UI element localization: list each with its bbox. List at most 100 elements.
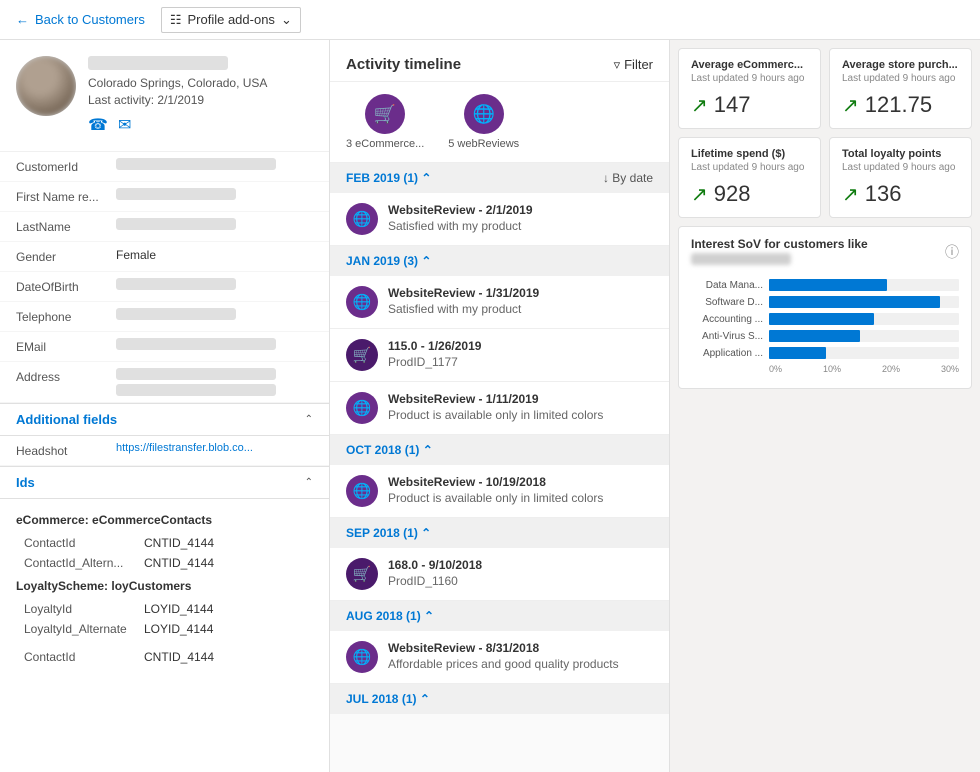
interest-chart-card: Interest SoV for customers like ⓘ Data M… — [678, 226, 972, 389]
activity-header: Activity timeline ▿ Filter — [330, 40, 669, 82]
filter-button[interactable]: ▿ Filter — [614, 57, 653, 73]
profile-activity: Last activity: 2/1/2019 — [88, 93, 313, 107]
field-row-customerid: CustomerId — [0, 152, 329, 182]
chart-label-antivirus: Anti-Virus S... — [691, 331, 763, 342]
profile-addons-button[interactable]: ☷ Profile add-ons ⌄ — [161, 7, 301, 33]
timeline-month-aug2018: AUG 2018 (1) ⌃ — [330, 601, 669, 631]
activity-title: Activity timeline — [346, 56, 461, 73]
additional-fields-section-header[interactable]: Additional fields ⌃ — [0, 403, 329, 436]
field-row-gender: Gender Female — [0, 242, 329, 272]
ids-row-contactid-alt: ContactId_Altern... CNTID_4144 — [16, 553, 313, 573]
profile-addons-icon: ☷ — [170, 12, 182, 28]
ids-group-ecommerce-title: eCommerce: eCommerceContacts — [16, 513, 313, 527]
x-label-20: 20% — [882, 364, 900, 374]
ids-chevron-icon: ⌃ — [305, 477, 313, 488]
timeline-item-websitereview-aug: 🌐 WebsiteReview - 8/31/2018 Affordable p… — [330, 631, 669, 684]
ids-row-contactid2: ContactId CNTID_4144 — [16, 647, 313, 667]
ids-row-loyaltyid-alt: LoyaltyId_Alternate LOYID_4144 — [16, 619, 313, 639]
chart-label-software: Software D... — [691, 297, 763, 308]
interest-chart-header: Interest SoV for customers like ⓘ — [691, 237, 959, 267]
profile-actions: ☎ ✉ — [88, 115, 313, 135]
field-value-email — [116, 338, 313, 353]
x-label-10: 10% — [823, 364, 841, 374]
timeline-dot-web2: 🌐 — [346, 286, 378, 318]
trend-up-icon-ecommerce: ↗ — [691, 93, 708, 118]
ids-value-contactid: CNTID_4144 — [144, 536, 214, 550]
chart-row-software: Software D... — [691, 296, 959, 308]
field-value-gender: Female — [116, 248, 313, 262]
field-label-gender: Gender — [16, 248, 116, 264]
chart-label-accounting: Accounting ... — [691, 314, 763, 325]
timeline-item-websitereview-feb: 🌐 WebsiteReview - 2/1/2019 Satisfied wit… — [330, 193, 669, 246]
chart-bar-accounting — [769, 313, 874, 325]
ids-label-contactid-alt: ContactId_Altern... — [24, 556, 144, 570]
filter-label: Filter — [624, 57, 653, 72]
timeline-dot-shopping: 🛒 — [346, 339, 378, 371]
profile-header: Colorado Springs, Colorado, USA Last act… — [0, 40, 329, 152]
chart-x-axis: 0% 10% 20% 30% — [691, 364, 959, 374]
profile-location: Colorado Springs, Colorado, USA — [88, 76, 313, 90]
metric-title-avg-store: Average store purch... — [842, 59, 959, 71]
timeline-item-websitereview-oct: 🌐 WebsiteReview - 10/19/2018 Product is … — [330, 465, 669, 518]
timeline-item-desc: Satisfied with my product — [388, 219, 653, 233]
field-value-dob — [116, 278, 313, 293]
back-button[interactable]: ← Back to Customers — [16, 12, 145, 27]
metric-card-lifetime: Lifetime spend ($) Last updated 9 hours … — [678, 137, 821, 218]
field-label-customerid: CustomerId — [16, 158, 116, 174]
metric-title-loyalty: Total loyalty points — [842, 148, 959, 160]
field-row-headshot: Headshot https://filestransfer.blob.co..… — [0, 436, 329, 466]
middle-panel: Activity timeline ▿ Filter 🛒 3 eCommerce… — [330, 40, 670, 772]
field-row-firstname: First Name re... — [0, 182, 329, 212]
field-row-lastname: LastName — [0, 212, 329, 242]
activity-icon-webreviews: 🌐 5 webReviews — [448, 94, 519, 150]
field-label-address: Address — [16, 368, 116, 384]
ids-section: eCommerce: eCommerceContacts ContactId C… — [0, 499, 329, 675]
chart-bar-antivirus — [769, 330, 860, 342]
chart-area: Data Mana... Software D... Accounting ..… — [691, 275, 959, 378]
ids-label-loyaltyid-alt: LoyaltyId_Alternate — [24, 622, 144, 636]
x-label-30: 30% — [941, 364, 959, 374]
phone-icon[interactable]: ☎ — [88, 115, 108, 135]
timeline-item-purchase-jan: 🛒 115.0 - 1/26/2019 ProdID_1177 — [330, 329, 669, 382]
ids-row-loyaltyid: LoyaltyId LOYID_4144 — [16, 599, 313, 619]
field-value-headshot[interactable]: https://filestransfer.blob.co... — [116, 442, 313, 454]
timeline-item-title: WebsiteReview - 2/1/2019 — [388, 203, 653, 217]
additional-fields-title: Additional fields — [16, 412, 117, 427]
field-value-lastname — [116, 218, 313, 233]
metric-value-row-store: ↗ 121.75 — [842, 92, 959, 118]
field-row-address: Address — [0, 362, 329, 403]
ids-title: Ids — [16, 475, 35, 490]
chart-row-accounting: Accounting ... — [691, 313, 959, 325]
timeline-dot-web: 🌐 — [346, 203, 378, 235]
info-icon: ⓘ — [945, 242, 959, 262]
metric-value-row-ecommerce: ↗ 147 — [691, 92, 808, 118]
ids-value-loyaltyid-alt: LOYID_4144 — [144, 622, 213, 636]
ids-value-contactid2: CNTID_4144 — [144, 650, 214, 664]
profile-addons-label: Profile add-ons — [187, 12, 274, 27]
ids-label-loyaltyid: LoyaltyId — [24, 602, 144, 616]
fields-section: CustomerId First Name re... LastName Gen… — [0, 152, 329, 403]
timeline-month-jul2018: JUL 2018 (1) ⌃ — [330, 684, 669, 714]
timeline-item-websitereview-jan2: 🌐 WebsiteReview - 1/11/2019 Product is a… — [330, 382, 669, 435]
activity-icon-ecommerce: 🛒 3 eCommerce... — [346, 94, 424, 150]
main-layout: Colorado Springs, Colorado, USA Last act… — [0, 40, 980, 772]
chart-bar-application — [769, 347, 826, 359]
timeline-content: WebsiteReview - 2/1/2019 Satisfied with … — [388, 203, 653, 233]
ids-section-header[interactable]: Ids ⌃ — [0, 466, 329, 499]
field-value-address — [116, 368, 313, 396]
timeline-dot-shopping2: 🛒 — [346, 558, 378, 590]
metrics-bottom-row: Lifetime spend ($) Last updated 9 hours … — [678, 137, 972, 218]
email-icon[interactable]: ✉ — [118, 115, 131, 135]
metric-card-avg-store: Average store purch... Last updated 9 ho… — [829, 48, 972, 129]
timeline-item-websitereview-jan1: 🌐 WebsiteReview - 1/31/2019 Satisfied wi… — [330, 276, 669, 329]
chart-row-antivirus: Anti-Virus S... — [691, 330, 959, 342]
metric-title-avg-ecommerce: Average eCommerc... — [691, 59, 808, 71]
metric-value-lifetime: 928 — [714, 181, 751, 207]
field-label-dob: DateOfBirth — [16, 278, 116, 294]
metric-subtitle-lifetime: Last updated 9 hours ago — [691, 162, 808, 173]
field-label-email: EMail — [16, 338, 116, 354]
left-panel: Colorado Springs, Colorado, USA Last act… — [0, 40, 330, 772]
ids-value-contactid-alt: CNTID_4144 — [144, 556, 214, 570]
field-label-lastname: LastName — [16, 218, 116, 234]
metric-value-loyalty: 136 — [865, 181, 902, 207]
